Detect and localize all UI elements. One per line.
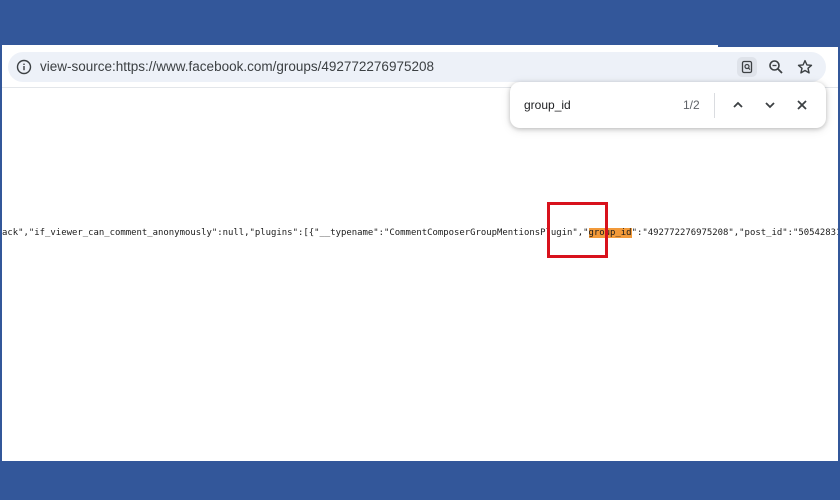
find-input[interactable]: group_id bbox=[524, 98, 571, 112]
reader-mode-icon[interactable] bbox=[737, 57, 757, 77]
address-bar[interactable]: view-source:https://www.facebook.com/gro… bbox=[8, 52, 826, 82]
frame-top-bar bbox=[0, 0, 840, 45]
url-text[interactable]: view-source:https://www.facebook.com/gro… bbox=[40, 59, 434, 74]
chevron-up-icon bbox=[733, 101, 743, 108]
close-find-button[interactable] bbox=[792, 95, 812, 115]
find-bar: group_id 1/2 bbox=[510, 82, 826, 128]
source-text-before: ack","if_viewer_can_comment_anonymously"… bbox=[2, 228, 589, 238]
frame-bottom-bar bbox=[0, 461, 840, 500]
source-text-after: ":"492772276975208","post_id":"505428312… bbox=[631, 228, 838, 238]
source-code-line: ack","if_viewer_can_comment_anonymously"… bbox=[2, 226, 838, 240]
match-count: 1/2 bbox=[683, 98, 700, 112]
chevron-down-icon bbox=[765, 102, 775, 109]
previous-match-button[interactable] bbox=[728, 95, 748, 115]
tab-strip bbox=[718, 45, 838, 47]
info-icon[interactable] bbox=[16, 59, 32, 75]
star-icon[interactable] bbox=[795, 57, 815, 77]
annotation-box bbox=[547, 202, 608, 258]
zoom-icon[interactable] bbox=[766, 57, 786, 77]
next-match-button[interactable] bbox=[760, 95, 780, 115]
find-divider bbox=[714, 93, 715, 118]
frame-left-border bbox=[0, 45, 2, 461]
close-icon bbox=[797, 100, 807, 110]
